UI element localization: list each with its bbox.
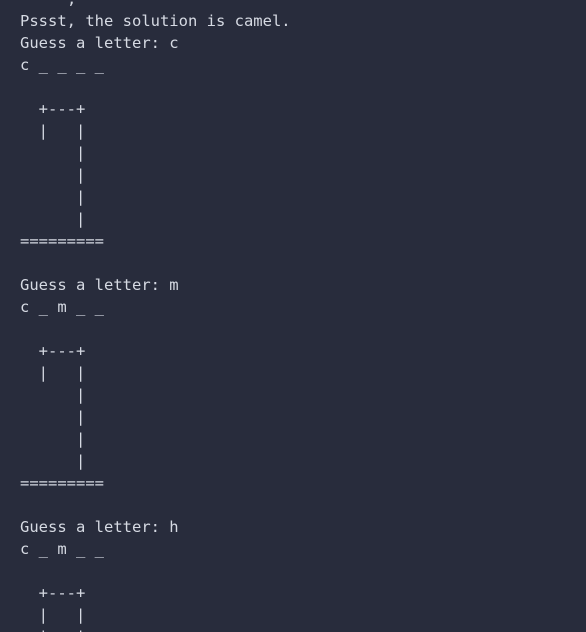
gallows-partial-line: | |: [20, 626, 86, 632]
word-progress-line: c _ m _ _: [20, 540, 104, 558]
word-progress-line: c _ m _ _: [20, 298, 104, 316]
gallows-pole-line: |: [20, 408, 86, 426]
gallows-pole-line: |: [20, 166, 86, 184]
terminal-output[interactable]: , Pssst, the solution is camel. Guess a …: [0, 0, 586, 632]
gallows-pole-line: |: [20, 188, 86, 206]
gallows-base-line: =========: [20, 232, 104, 250]
gallows-base-line: =========: [20, 474, 104, 492]
gallows-top-line: +---+: [20, 100, 86, 118]
guess-prompt-line: Guess a letter: h: [20, 518, 179, 536]
guess-prompt-line: Guess a letter: c: [20, 34, 179, 52]
guess-prompt-line: Guess a letter: m: [20, 276, 179, 294]
gallows-pole-line: |: [20, 452, 86, 470]
word-progress-line: c _ _ _ _: [20, 56, 104, 74]
gallows-pole-line: |: [20, 210, 86, 228]
gallows-rope-line: | |: [20, 364, 86, 382]
solution-hint-line: Pssst, the solution is camel.: [20, 12, 291, 30]
scrolled-text-fragment: ,: [67, 0, 76, 7]
gallows-pole-line: |: [20, 430, 86, 448]
gallows-pole-line: |: [20, 144, 86, 162]
gallows-pole-line: |: [20, 386, 86, 404]
gallows-top-line: +---+: [20, 342, 86, 360]
gallows-top-line: +---+: [20, 584, 86, 602]
gallows-rope-line: | |: [20, 606, 86, 624]
gallows-rope-line: | |: [20, 122, 86, 140]
